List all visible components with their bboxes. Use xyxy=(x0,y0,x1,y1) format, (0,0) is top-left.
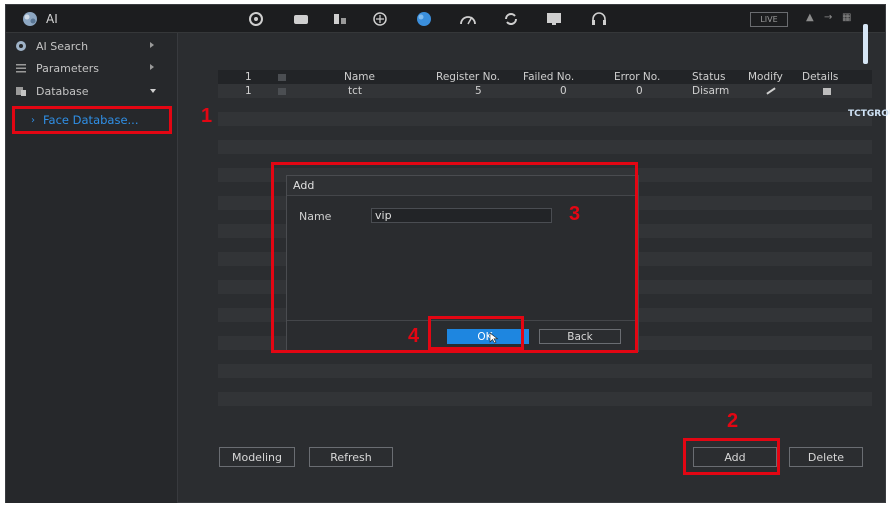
table-row xyxy=(218,406,872,420)
table-row[interactable]: 1 tct 5 0 0 Disarm xyxy=(218,84,872,98)
camera-icon[interactable] xyxy=(246,10,266,28)
column-header-index: 1 xyxy=(245,71,252,83)
chevron-right-icon xyxy=(150,64,154,70)
details-icon[interactable] xyxy=(823,88,831,95)
highlight-add-button xyxy=(683,438,780,475)
performance-icon[interactable] xyxy=(458,10,478,28)
menu-grid-icon[interactable]: ▦ xyxy=(842,12,851,23)
refresh-button[interactable]: Refresh xyxy=(309,447,393,467)
row-checkbox[interactable] xyxy=(278,88,286,95)
highlight-ok-button xyxy=(428,316,524,350)
table-row xyxy=(218,112,872,126)
ai-logo-icon xyxy=(20,10,40,28)
config-icon[interactable] xyxy=(370,10,390,28)
row-register-no: 5 xyxy=(475,85,482,97)
column-header-error: Error No. xyxy=(614,71,661,83)
table-row xyxy=(218,126,872,140)
headset-icon[interactable] xyxy=(589,10,609,28)
table-row xyxy=(218,378,872,392)
chevron-right-icon xyxy=(150,42,154,48)
annotation-number: 4 xyxy=(408,325,420,347)
table-row xyxy=(218,140,872,154)
column-header-register: Register No. xyxy=(436,71,500,83)
table-row xyxy=(218,392,872,406)
sidebar-item-database[interactable]: Database xyxy=(6,80,178,102)
annotation-number: 1 xyxy=(201,105,213,127)
sidebar-subitem-label: Face Database... xyxy=(43,113,139,127)
brand-label: AI xyxy=(46,12,58,26)
sidebar-item-label: Database xyxy=(36,84,89,98)
network-icon[interactable] xyxy=(330,10,350,28)
live-button[interactable]: LIVE xyxy=(750,12,788,27)
sidebar-item-label: Parameters xyxy=(36,61,99,75)
parameters-icon xyxy=(14,62,28,74)
chevron-down-icon xyxy=(150,89,156,93)
watermark-bar xyxy=(863,24,868,64)
column-header-modify: Modify xyxy=(748,71,783,83)
select-all-checkbox[interactable] xyxy=(278,74,286,81)
row-name: tct xyxy=(348,85,363,97)
sidebar-item-ai-search[interactable]: AI Search xyxy=(6,35,178,57)
watermark-text: TCTGROUP xyxy=(848,109,890,119)
database-icon xyxy=(14,85,28,97)
display-icon[interactable] xyxy=(544,10,564,28)
user-icon[interactable]: ▲ xyxy=(806,12,814,23)
maintenance-icon[interactable] xyxy=(501,10,521,28)
sidebar-item-face-database[interactable]: › Face Database... xyxy=(12,106,172,134)
sidebar: AI Search Parameters Database xyxy=(6,33,178,503)
storage-icon[interactable] xyxy=(291,10,311,28)
logout-icon[interactable]: → xyxy=(824,12,832,23)
table-row xyxy=(218,364,872,378)
column-header-details: Details xyxy=(802,71,839,83)
annotation-number: 3 xyxy=(569,203,581,225)
sidebar-item-parameters[interactable]: Parameters xyxy=(6,57,178,79)
column-header-failed: Failed No. xyxy=(523,71,575,83)
chevron-right-icon: › xyxy=(31,114,35,126)
ai-cloud-icon[interactable] xyxy=(414,10,434,28)
row-failed-no: 0 xyxy=(560,85,567,97)
ai-search-icon xyxy=(14,40,28,52)
delete-button[interactable]: Delete xyxy=(789,447,863,467)
top-bar: AI LIVE ▲ → ▦ xyxy=(6,5,885,33)
annotation-number: 2 xyxy=(727,410,739,432)
column-header-name: Name xyxy=(344,71,375,83)
column-header-status: Status xyxy=(692,71,726,83)
modeling-button[interactable]: Modeling xyxy=(219,447,295,467)
modify-pencil-icon[interactable] xyxy=(766,87,776,95)
sidebar-item-label: AI Search xyxy=(36,39,89,53)
row-error-no: 0 xyxy=(636,85,643,97)
row-index: 1 xyxy=(245,85,252,97)
table-row xyxy=(218,98,872,112)
table-header-row: 1 Name Register No. Failed No. Error No.… xyxy=(218,70,872,84)
row-status: Disarm xyxy=(692,85,730,97)
